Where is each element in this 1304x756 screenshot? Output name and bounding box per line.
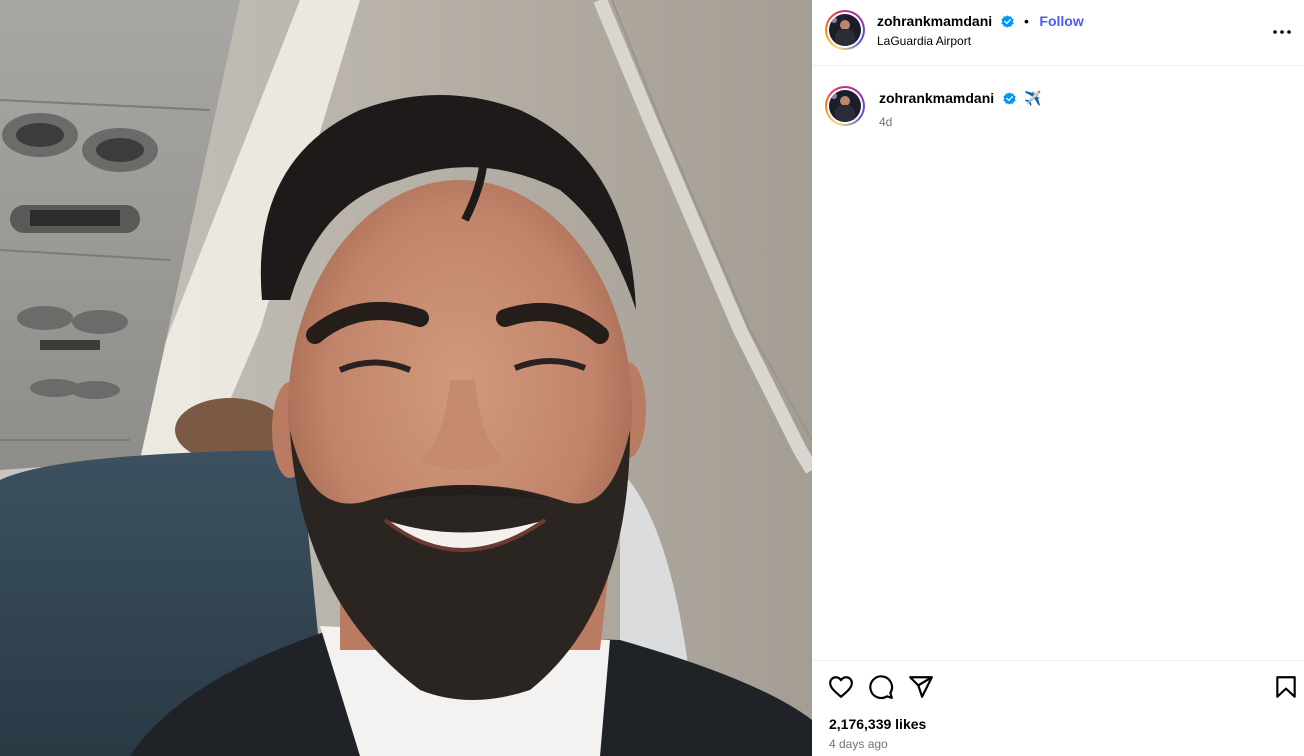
comment-icon[interactable] [868,674,894,700]
post-date[interactable]: 4 days ago [829,737,888,751]
caption-row: zohrankmamdani ✈️ [879,90,1041,108]
location-link[interactable]: LaGuardia Airport [877,34,971,48]
selfie-photo [0,0,812,756]
follow-button[interactable]: Follow [1039,13,1083,29]
separator-dot: • [1024,13,1029,29]
caption-username[interactable]: zohrankmamdani [879,90,994,106]
verified-badge-icon [1000,15,1014,28]
more-options-icon[interactable] [1270,20,1294,44]
post-header: zohrankmamdani • Follow LaGuardia Airpor… [812,0,1304,66]
avatar[interactable] [825,10,865,50]
post-details-panel: zohrankmamdani • Follow LaGuardia Airpor… [812,0,1304,756]
username-link[interactable]: zohrankmamdani [877,13,992,29]
caption-text: ✈️ [1024,90,1042,106]
caption-avatar[interactable] [825,86,865,126]
post-actions-bar: 2,176,339 likes 4 days ago [812,660,1304,756]
header-user-row: zohrankmamdani • Follow [877,13,1084,31]
post-photo[interactable] [0,0,812,756]
caption-timestamp[interactable]: 4d [879,115,892,129]
likes-count[interactable]: 2,176,339 likes [829,716,926,732]
share-icon[interactable] [908,674,934,700]
verified-badge-icon [1002,92,1016,105]
heart-icon[interactable] [828,674,854,700]
bookmark-icon[interactable] [1273,674,1299,700]
